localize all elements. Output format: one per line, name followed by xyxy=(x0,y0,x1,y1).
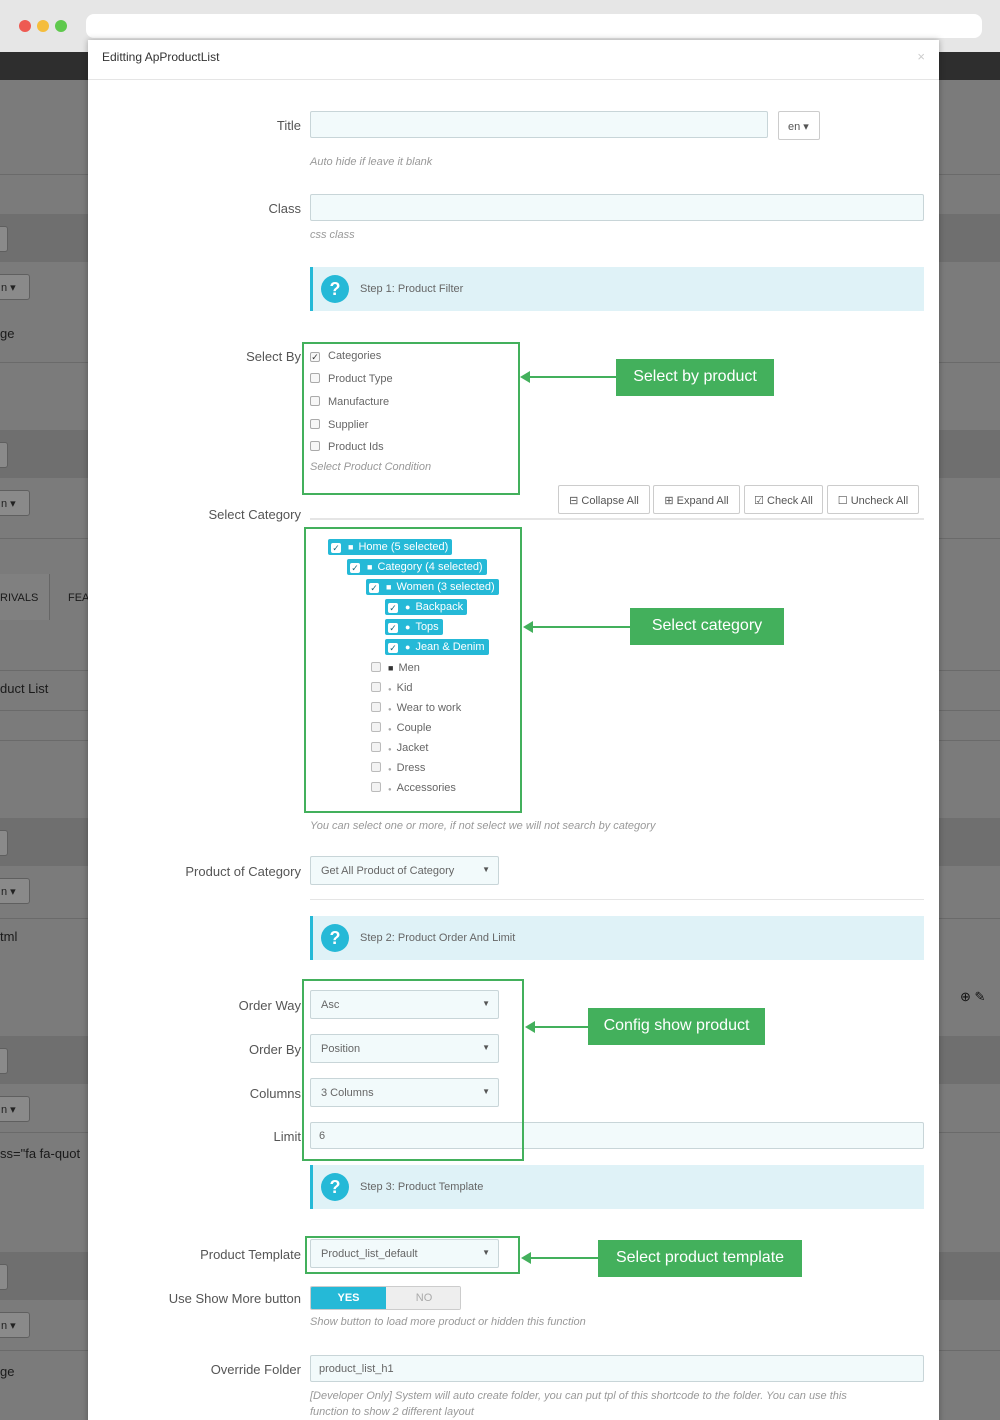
annotation-arrow-line xyxy=(532,626,630,628)
add-edit-icons[interactable]: ⊕ ✎ xyxy=(960,989,985,1005)
background-dropdown: n ▾ xyxy=(0,490,30,516)
arrow-left-icon xyxy=(525,1021,535,1033)
product-of-category-label: Product of Category xyxy=(185,864,301,879)
background-text: duct List xyxy=(0,681,49,696)
minimize-window-dot[interactable] xyxy=(37,20,49,32)
order-way-label: Order Way xyxy=(238,998,301,1013)
title-label: Title xyxy=(276,118,301,133)
close-window-dot[interactable] xyxy=(19,20,31,32)
annotation-select-category: Select category xyxy=(630,608,784,645)
question-icon: ? xyxy=(321,1173,349,1201)
background-dropdown: n ▾ xyxy=(0,878,30,904)
class-help: css class xyxy=(310,229,355,241)
background-button xyxy=(0,1264,8,1290)
select-by-highlight xyxy=(302,342,520,495)
expand-all-button[interactable]: ⊞ Expand All xyxy=(653,485,740,514)
step2-panel: ? Step 2: Product Order And Limit xyxy=(310,916,924,960)
category-help: You can select one or more, if not selec… xyxy=(310,820,656,832)
category-tree-highlight xyxy=(304,527,522,813)
background-text: ss="fa fa-quot xyxy=(0,1146,81,1161)
modal-header: Editting ApProductList × xyxy=(88,40,939,80)
background-text: tml xyxy=(0,929,18,944)
background-dropdown: n ▾ xyxy=(0,1096,30,1122)
arrow-left-icon xyxy=(523,621,533,633)
caret-down-icon: ▼ xyxy=(482,865,490,874)
arrow-left-icon xyxy=(521,1252,531,1264)
background-button xyxy=(0,830,8,856)
background-button xyxy=(0,226,8,252)
title-help: Auto hide if leave it blank xyxy=(310,156,433,168)
uncheck-all-button[interactable]: ☐ Uncheck All xyxy=(827,485,919,514)
annotation-select-by-product: Select by product xyxy=(616,359,774,396)
product-template-label: Product Template xyxy=(200,1247,301,1262)
annotation-arrow-line xyxy=(530,1257,598,1259)
class-input[interactable] xyxy=(310,194,924,221)
annotation-arrow-line xyxy=(528,376,616,378)
override-folder-input[interactable]: product_list_h1 xyxy=(310,1355,924,1382)
maximize-window-dot[interactable] xyxy=(55,20,67,32)
columns-label: Columns xyxy=(249,1086,301,1101)
background-dropdown: n ▾ xyxy=(0,274,30,300)
title-input[interactable] xyxy=(310,111,768,138)
background-tab-rivals: RIVALS xyxy=(0,592,39,604)
background-tab-fea: FEA xyxy=(68,592,90,604)
modal-title: Editting ApProductList xyxy=(102,50,220,64)
section-divider xyxy=(310,899,924,900)
template-highlight xyxy=(305,1236,520,1274)
arrow-left-icon xyxy=(520,371,530,383)
question-icon: ? xyxy=(321,275,349,303)
show-more-help: Show button to load more product or hidd… xyxy=(310,1316,586,1328)
limit-label: Limit xyxy=(273,1129,301,1144)
step1-text: Step 1: Product Filter xyxy=(360,283,464,295)
step2-text: Step 2: Product Order And Limit xyxy=(360,932,516,944)
select-by-label: Select By xyxy=(246,349,301,364)
step3-panel: ? Step 3: Product Template xyxy=(310,1165,924,1209)
override-help-line1: [Developer Only] System will auto create… xyxy=(310,1390,847,1402)
step1-panel: ? Step 1: Product Filter xyxy=(310,267,924,311)
check-all-button[interactable]: ☑ Check All xyxy=(744,485,823,514)
background-text: ge xyxy=(0,1364,15,1379)
tree-divider xyxy=(310,518,924,520)
select-category-label: Select Category xyxy=(208,507,302,522)
annotation-config-show-product: Config show product xyxy=(588,1008,765,1045)
show-more-toggle[interactable]: YES NO xyxy=(310,1286,461,1310)
question-icon: ? xyxy=(321,924,349,952)
annotation-select-product-template: Select product template xyxy=(598,1240,802,1277)
config-highlight xyxy=(302,979,524,1161)
override-help-line2: function to show 2 different layout xyxy=(310,1406,474,1418)
override-folder-label: Override Folder xyxy=(210,1362,301,1377)
class-label: Class xyxy=(268,201,301,216)
background-dropdown: n ▾ xyxy=(0,1312,30,1338)
show-more-no[interactable]: NO xyxy=(386,1287,460,1309)
show-more-label: Use Show More button xyxy=(168,1291,301,1306)
order-by-label: Order By xyxy=(248,1042,301,1057)
product-of-category-select[interactable]: Get All Product of Category ▼ xyxy=(310,856,499,885)
address-bar[interactable] xyxy=(86,14,982,38)
annotation-arrow-line xyxy=(534,1026,588,1028)
collapse-all-button[interactable]: ⊟ Collapse All xyxy=(558,485,650,514)
show-more-yes[interactable]: YES xyxy=(311,1287,386,1309)
background-text: ge xyxy=(0,326,15,341)
step3-text: Step 3: Product Template xyxy=(360,1181,484,1193)
language-dropdown[interactable]: en ▾ xyxy=(778,111,820,140)
close-icon[interactable]: × xyxy=(917,49,925,64)
background-button xyxy=(0,442,8,468)
background-button xyxy=(0,1048,8,1074)
